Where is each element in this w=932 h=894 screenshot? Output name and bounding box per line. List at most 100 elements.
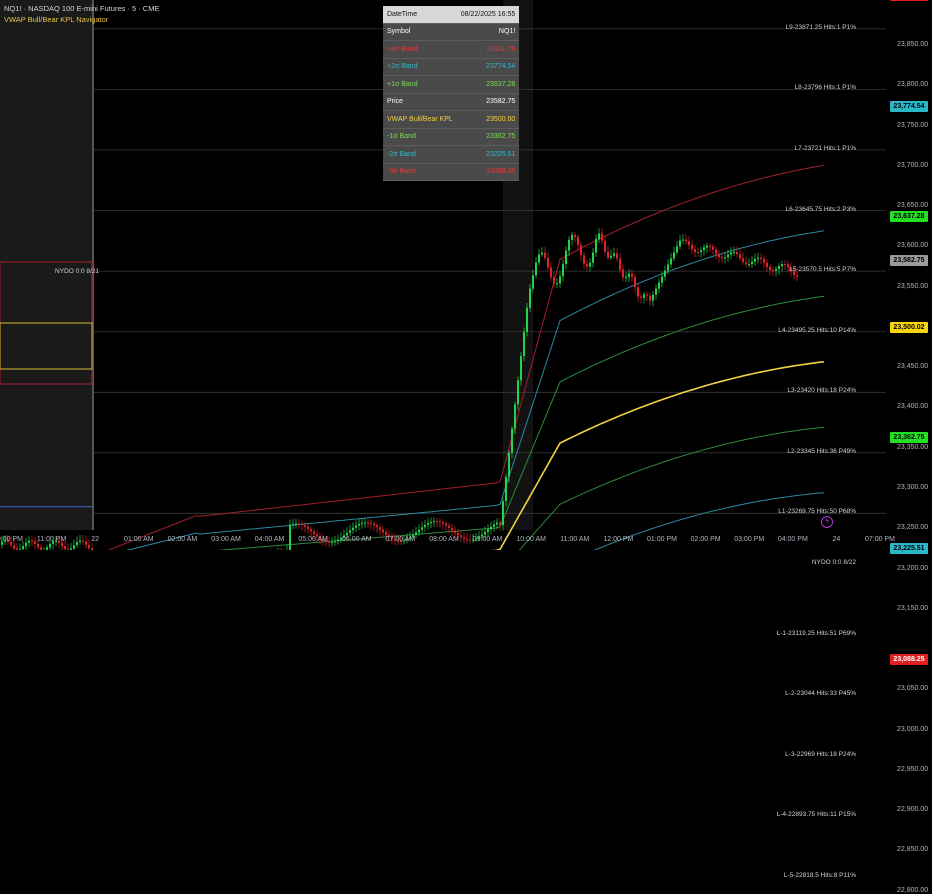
candle-body bbox=[457, 533, 459, 535]
info-row: Price23582.75 bbox=[383, 93, 519, 111]
info-value: 23774.54 bbox=[457, 58, 520, 76]
candle-body bbox=[781, 264, 783, 266]
band-upper-2 bbox=[92, 231, 824, 550]
price-tick: 23,600.00 bbox=[897, 242, 928, 249]
candle-body bbox=[703, 247, 705, 250]
candle-body bbox=[736, 252, 738, 254]
band-upper-1 bbox=[92, 296, 824, 550]
info-row: -1σ Band23362.75 bbox=[383, 128, 519, 146]
time-tick: 03:00 AM bbox=[211, 536, 241, 543]
candle-body bbox=[79, 541, 81, 542]
price-tick: 23,700.00 bbox=[897, 162, 928, 169]
candle-body bbox=[763, 259, 765, 263]
candle-body bbox=[670, 258, 672, 264]
candle-body bbox=[694, 249, 696, 252]
info-label: +2σ Band bbox=[383, 58, 457, 76]
candle-body bbox=[775, 269, 777, 271]
symbol-title: NQ1! · NASDAQ 100 E-mini Futures · 5 · C… bbox=[4, 4, 159, 14]
flash-icon[interactable]: ϟ bbox=[821, 516, 833, 528]
candle-body bbox=[544, 253, 546, 258]
candle-body bbox=[499, 522, 501, 525]
level-label: L1-23269.75 Hits:50 P68% bbox=[778, 508, 856, 515]
candle-body bbox=[307, 527, 309, 529]
info-row: SymbolNQ1! bbox=[383, 23, 519, 41]
candle-body bbox=[559, 276, 561, 283]
time-tick: 01:00 PM bbox=[647, 536, 677, 543]
level-label: L7-23721 Hits:1 P1% bbox=[795, 145, 856, 152]
candle-body bbox=[745, 262, 747, 264]
candle-body bbox=[688, 241, 690, 245]
info-label: Price bbox=[383, 93, 457, 111]
info-row: VWAP Bull/Bear KPL23500.00 bbox=[383, 111, 519, 129]
candle-body bbox=[652, 295, 654, 301]
info-label: -1σ Band bbox=[383, 128, 457, 146]
candle-body bbox=[34, 541, 36, 544]
candle-body bbox=[454, 530, 456, 533]
candle-body bbox=[529, 289, 531, 308]
candle-body bbox=[460, 535, 462, 537]
candle-body bbox=[607, 252, 609, 258]
price-tag: 23,088.25 bbox=[890, 654, 928, 665]
time-tick: 01:00 AM bbox=[124, 536, 154, 543]
candle-body bbox=[706, 246, 708, 248]
candle-body bbox=[616, 253, 618, 258]
candle-body bbox=[355, 526, 357, 528]
candle-body bbox=[37, 544, 39, 548]
candle-body bbox=[784, 264, 786, 265]
candle-body bbox=[586, 264, 588, 267]
candle-body bbox=[628, 274, 630, 277]
price-tick: 23,400.00 bbox=[897, 403, 928, 410]
candle-body bbox=[469, 540, 471, 541]
time-tick: 12:00 PM bbox=[603, 536, 633, 543]
candle-body bbox=[370, 523, 372, 524]
level-label: L8-23796 Hits:1 P1% bbox=[795, 84, 856, 91]
candle-body bbox=[682, 240, 684, 241]
candle-body bbox=[673, 252, 675, 258]
candle-body bbox=[565, 251, 567, 265]
candle-body bbox=[655, 289, 657, 295]
candle-body bbox=[664, 271, 666, 277]
info-label: +3σ Band bbox=[383, 41, 457, 59]
time-tick: 10:00 AM bbox=[516, 536, 546, 543]
candle-body bbox=[28, 541, 30, 543]
candle-body bbox=[757, 258, 759, 259]
info-value: 08/22/2025 16:55 bbox=[457, 6, 520, 23]
candle-body bbox=[22, 546, 24, 549]
candle-body bbox=[553, 277, 555, 283]
candle-body bbox=[658, 283, 660, 289]
candle-body bbox=[535, 263, 537, 276]
candle-body bbox=[601, 234, 603, 241]
info-row: +3σ Band23911.79 bbox=[383, 41, 519, 59]
candle-body bbox=[313, 531, 315, 534]
candle-body bbox=[364, 522, 366, 523]
candle-body bbox=[466, 539, 468, 540]
candle-body bbox=[292, 524, 294, 525]
candle-body bbox=[301, 524, 303, 525]
candle-body bbox=[82, 541, 84, 542]
info-row: +2σ Band23774.54 bbox=[383, 58, 519, 76]
time-tick: 05:00 AM bbox=[298, 536, 328, 543]
candle-body bbox=[598, 234, 600, 240]
candle-body bbox=[358, 524, 360, 526]
level-label: L6-23645.75 Hits:2 P3% bbox=[786, 206, 856, 213]
level-label: L5-23570.5 Hits:5 P7% bbox=[789, 266, 856, 273]
candle-body bbox=[376, 525, 378, 527]
candle-body bbox=[85, 542, 87, 545]
candle-body bbox=[493, 524, 495, 526]
candle-body bbox=[556, 283, 558, 284]
candle-body bbox=[487, 529, 489, 532]
price-tick: 23,250.00 bbox=[897, 524, 928, 531]
candle-body bbox=[634, 277, 636, 287]
info-value: 23088.25 bbox=[457, 163, 520, 181]
level-label: L9-23871.25 Hits:1 P1% bbox=[786, 24, 856, 31]
candle-body bbox=[448, 526, 450, 528]
price-tag: 23,637.28 bbox=[890, 211, 928, 222]
price-tag: 23,774.54 bbox=[890, 101, 928, 112]
candle-body bbox=[514, 404, 516, 428]
price-tag: 23,362.75 bbox=[890, 432, 928, 443]
candle-body bbox=[643, 294, 645, 297]
time-tick: 04:00 PM bbox=[778, 536, 808, 543]
level-label: L-2-23044 Hits:33 P45% bbox=[785, 690, 856, 697]
candle-body bbox=[640, 296, 642, 297]
candle-body bbox=[415, 532, 417, 535]
